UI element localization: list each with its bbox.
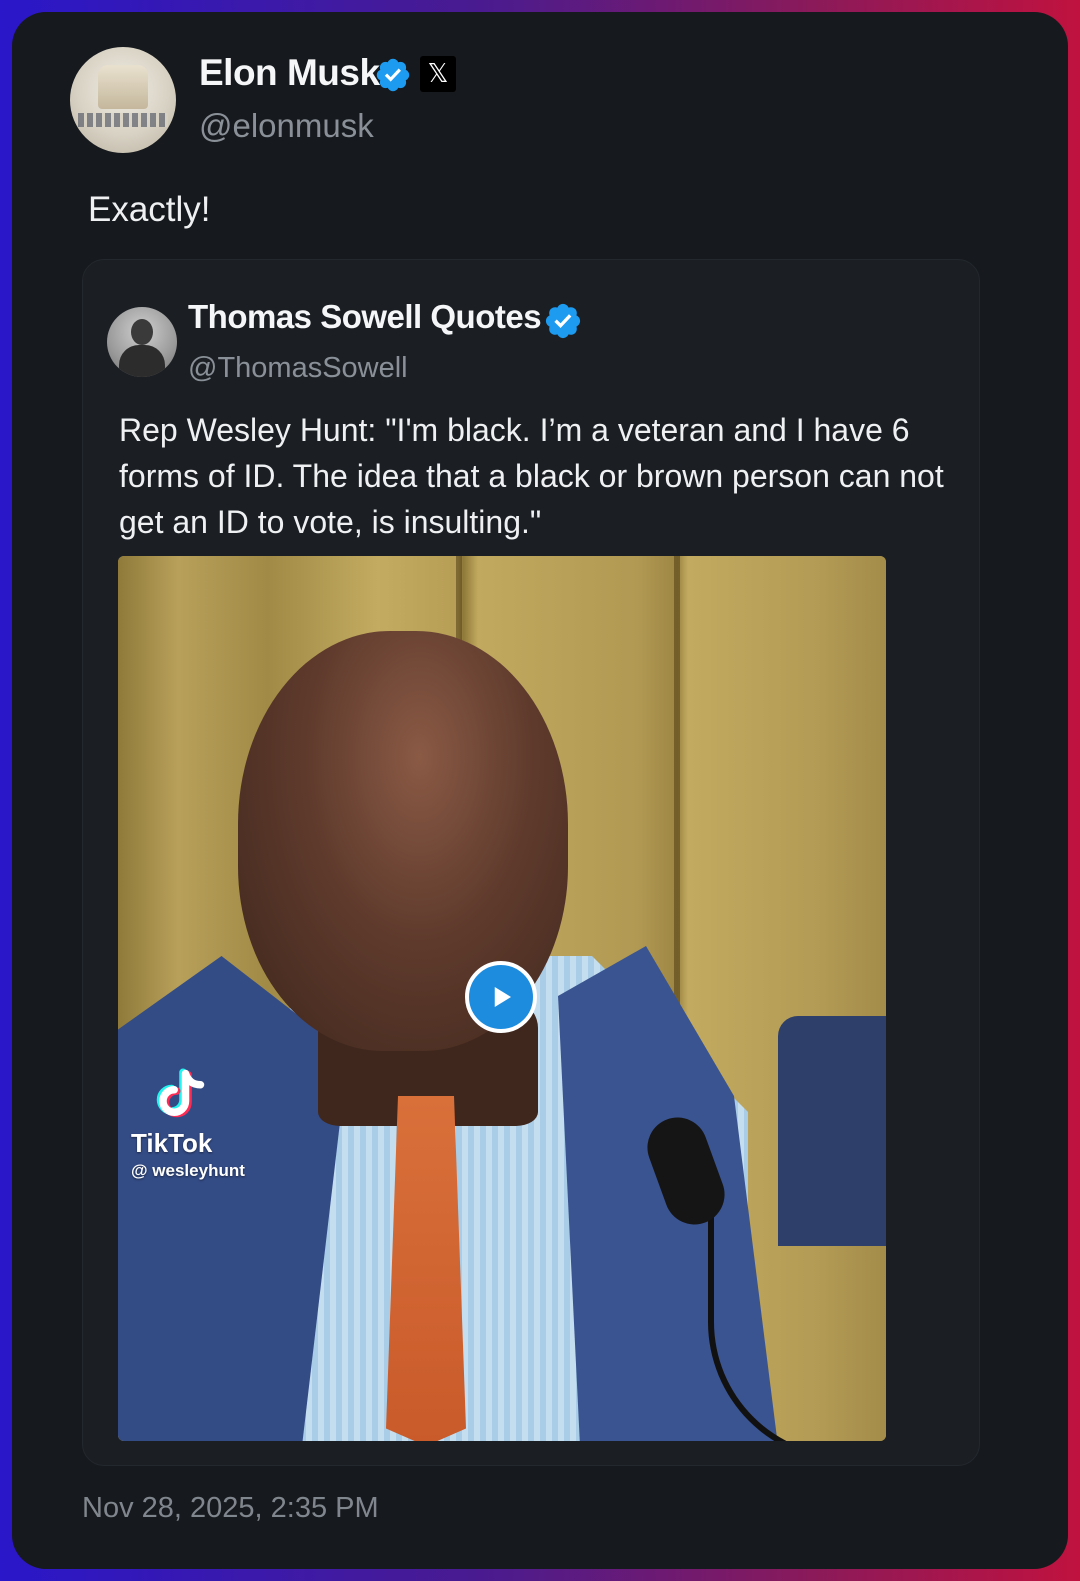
- verified-badge-icon: [545, 303, 581, 339]
- person-tie: [386, 1096, 466, 1441]
- quoted-tweet-text: Rep Wesley Hunt: "I'm black. I’m a veter…: [119, 412, 944, 540]
- tiktok-watermark-brand: TikTok: [131, 1128, 213, 1158]
- quoted-author-handle[interactable]: @ThomasSowell: [188, 352, 408, 385]
- tiktok-logo-icon: [156, 1068, 205, 1118]
- play-button[interactable]: [465, 961, 537, 1033]
- avatar-image-lamp: [98, 65, 148, 109]
- author-avatar[interactable]: [70, 47, 176, 153]
- author-handle[interactable]: @elonmusk: [199, 107, 374, 145]
- play-icon: [494, 987, 511, 1007]
- tiktok-watermark-user: @ wesleyhunt: [131, 1161, 245, 1180]
- tweet-card: Elon Musk 𝕏 @elonmusk Exactly! Thomas So…: [12, 12, 1068, 1569]
- tweet-timestamp[interactable]: Nov 28, 2025, 2:35 PM: [82, 1492, 379, 1525]
- quoted-author-avatar[interactable]: [107, 307, 177, 377]
- quoted-avatar-body: [119, 345, 165, 377]
- quoted-author-name[interactable]: Thomas Sowell Quotes: [188, 298, 542, 336]
- x-logo-icon: 𝕏: [420, 56, 456, 92]
- avatar-image-plate: [78, 113, 168, 127]
- tweet-text: Exactly!: [88, 190, 211, 229]
- video-thumbnail[interactable]: TikTok @ wesleyhunt: [118, 556, 886, 1441]
- author-name[interactable]: Elon Musk: [199, 52, 380, 94]
- quoted-avatar-face: [131, 319, 153, 345]
- quoted-tweet[interactable]: Thomas Sowell Quotes @ThomasSowell Rep W…: [82, 259, 980, 1466]
- verified-badge-icon: [376, 58, 410, 92]
- chair-back: [778, 1016, 886, 1246]
